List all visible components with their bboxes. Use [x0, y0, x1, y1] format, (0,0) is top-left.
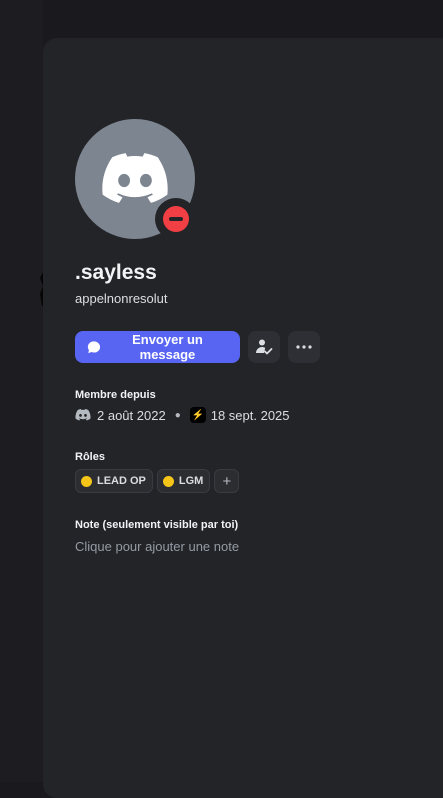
note-input[interactable]: Clique pour ajouter une note	[75, 539, 239, 554]
roles-title: Rôles	[75, 451, 105, 463]
more-options-button[interactable]	[288, 331, 320, 363]
role-pill-lgm[interactable]: LGM	[156, 469, 211, 493]
user-profile-panel: .sayless appelnonresolut Envoyer un mess…	[43, 38, 443, 798]
role-label: LEAD OP	[97, 475, 146, 487]
roles-list: LEAD OP LGM +	[75, 469, 240, 493]
member-since-row: 2 août 2022 ● ⚡ 18 sept. 2025	[75, 407, 290, 423]
role-color-dot	[81, 475, 92, 487]
separator-dot: ●	[174, 409, 181, 421]
role-pill-lead-op[interactable]: LEAD OP	[75, 469, 153, 493]
display-name: .sayless	[75, 261, 157, 284]
status-indicator	[155, 198, 197, 240]
role-label: LGM	[178, 475, 204, 487]
chat-bubble-icon	[87, 340, 101, 353]
member-since-title: Membre depuis	[75, 389, 156, 401]
note-title: Note (seulement visible par toi)	[75, 519, 239, 531]
plus-icon: +	[222, 472, 232, 490]
more-horizontal-icon	[296, 345, 312, 349]
background-strip	[0, 0, 43, 782]
send-message-button[interactable]: Envoyer un message	[75, 331, 240, 363]
add-role-button[interactable]: +	[214, 469, 240, 493]
send-message-label: Envoyer un message	[132, 332, 203, 362]
server-icon: ⚡	[189, 407, 206, 423]
role-color-dot	[162, 475, 174, 487]
discord-icon	[75, 409, 91, 421]
username[interactable]: appelnonresolut	[75, 291, 168, 306]
do-not-disturb-icon	[163, 206, 189, 232]
server-join-date: 18 sept. 2025	[210, 407, 290, 423]
discord-join-date: 2 août 2022	[97, 407, 166, 423]
friend-status-button[interactable]	[248, 331, 280, 363]
discord-logo-icon	[102, 153, 168, 203]
user-check-icon	[256, 339, 273, 355]
